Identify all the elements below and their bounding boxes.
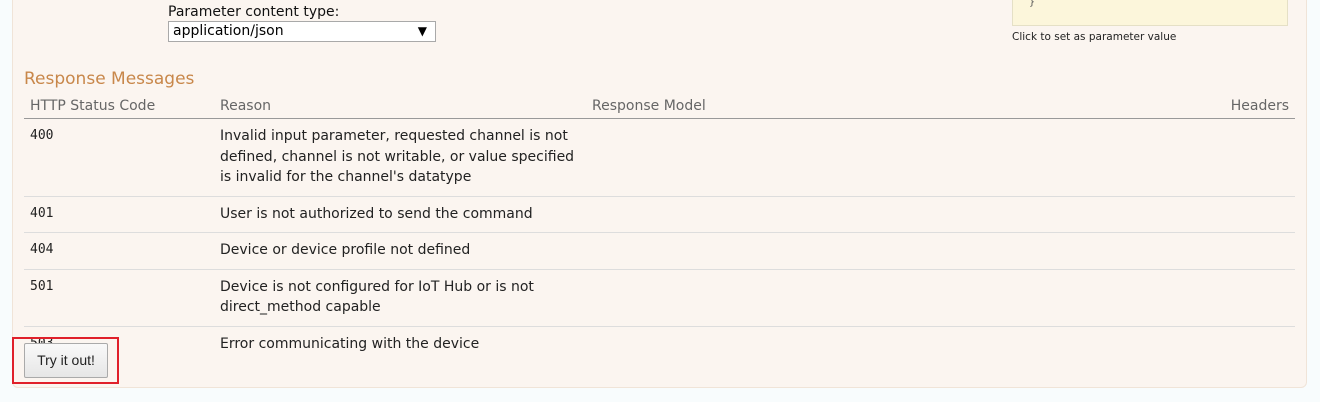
col-header-reason: Reason <box>214 95 586 119</box>
table-row: 501 Device is not configured for IoT Hub… <box>24 269 1295 327</box>
response-messages-title: Response Messages <box>24 69 195 89</box>
content-type-value: application/json <box>173 23 284 39</box>
headers-cell <box>1040 196 1295 233</box>
response-model-cell <box>586 269 1041 327</box>
response-messages-table: HTTP Status Code Reason Response Model H… <box>24 95 1295 362</box>
reason-text: Error communicating with the device <box>220 335 480 352</box>
table-row: 400 Invalid input parameter, requested c… <box>24 118 1295 197</box>
content-type-select[interactable]: application/json ▼ <box>168 21 436 42</box>
status-code: 401 <box>24 196 214 233</box>
try-it-out-button[interactable]: Try it out! <box>24 343 108 378</box>
dropdown-arrow-icon: ▼ <box>417 24 427 38</box>
response-model-cell <box>586 118 1041 197</box>
col-header-status-code: HTTP Status Code <box>24 95 214 119</box>
table-row: 404 Device or device profile not defined <box>24 232 1295 270</box>
reason-text: User is not authorized to send the comma… <box>214 196 586 233</box>
headers-cell <box>1040 269 1295 327</box>
status-code: 501 <box>24 269 214 327</box>
status-code: 404 <box>24 232 214 270</box>
sample-hint: Click to set as parameter value <box>1012 31 1177 43</box>
response-model-cell <box>586 326 1041 362</box>
col-header-response-model: Response Model <box>586 95 1041 119</box>
sample-value-box[interactable]: } <box>1012 0 1288 26</box>
reason-text: Invalid input parameter, requested chann… <box>214 118 586 197</box>
col-header-headers: Headers <box>1040 95 1295 119</box>
table-header-row: HTTP Status Code Reason Response Model H… <box>24 95 1295 119</box>
response-model-cell <box>586 196 1041 233</box>
reason-text: Device is not configured for IoT Hub or … <box>214 269 586 327</box>
table-row: 401 User is not authorized to send the c… <box>24 196 1295 233</box>
headers-cell <box>1041 326 1295 362</box>
sample-snippet: } <box>1029 0 1036 8</box>
status-code: 400 <box>24 118 214 197</box>
table-row: 503 Error communicating with the device <box>24 326 1295 362</box>
headers-cell <box>1040 232 1295 270</box>
reason-text: Device or device profile not defined <box>214 232 586 270</box>
content-type-label: Parameter content type: <box>168 4 340 20</box>
response-model-cell <box>586 232 1041 270</box>
headers-cell <box>1040 118 1295 197</box>
